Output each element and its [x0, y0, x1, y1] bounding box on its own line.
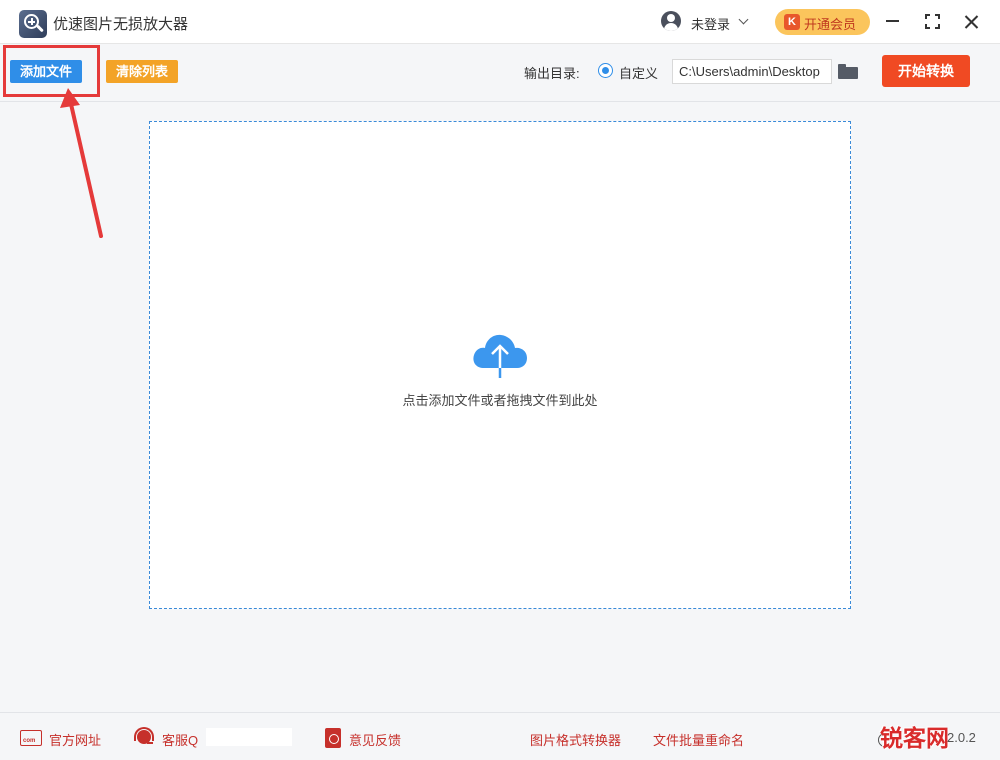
website-icon-text: com — [23, 738, 36, 744]
customer-service-link[interactable]: 客服Q — [162, 730, 198, 749]
app-title: 优速图片无损放大器 — [53, 16, 189, 33]
custom-radio-label[interactable]: 自定义 — [619, 63, 658, 82]
toolbar: 添加文件 清除列表 输出目录: 自定义 开始转换 — [0, 45, 1000, 102]
clear-list-button[interactable]: 清除列表 — [106, 60, 178, 83]
feedback-icon[interactable] — [325, 728, 341, 748]
redaction-mask — [206, 728, 292, 746]
title-bar: 优速图片无损放大器 未登录 K 开通会员 — [0, 0, 1000, 44]
customer-service-icon[interactable] — [132, 726, 156, 750]
watermark: 锐客网 — [880, 726, 949, 752]
format-converter-link[interactable]: 图片格式转换器 — [530, 730, 621, 749]
batch-rename-link[interactable]: 文件批量重命名 — [653, 730, 744, 749]
vip-button[interactable]: K 开通会员 — [775, 9, 870, 35]
output-path-field[interactable] — [672, 59, 832, 84]
version-label: 2.0.2 — [947, 730, 976, 745]
cloud-upload-icon — [473, 334, 527, 378]
file-drop-zone[interactable]: 点击添加文件或者拖拽文件到此处 — [149, 121, 851, 609]
website-icon[interactable]: com — [20, 730, 42, 746]
app-logo-icon — [19, 10, 47, 38]
vip-icon: K — [784, 14, 800, 30]
vip-label: 开通会员 — [804, 17, 857, 32]
output-dir-label: 输出目录: — [524, 66, 580, 81]
footer: com 官方网址 客服Q 意见反馈 图片格式转换器 文件批量重命名 锐客网 2.… — [0, 712, 1000, 760]
feedback-link[interactable]: 意见反馈 — [349, 730, 401, 749]
chevron-down-icon[interactable] — [738, 14, 749, 25]
folder-icon[interactable] — [838, 64, 858, 79]
close-icon[interactable] — [963, 13, 980, 30]
start-convert-button[interactable]: 开始转换 — [882, 55, 970, 87]
drop-hint-text: 点击添加文件或者拖拽文件到此处 — [402, 393, 598, 408]
official-site-link[interactable]: 官方网址 — [49, 730, 101, 749]
custom-radio[interactable] — [598, 63, 613, 78]
minimize-icon[interactable] — [886, 20, 899, 22]
login-status[interactable]: 未登录 — [691, 14, 730, 33]
maximize-icon[interactable] — [925, 14, 940, 29]
user-icon[interactable] — [661, 11, 681, 31]
add-file-button[interactable]: 添加文件 — [10, 60, 82, 83]
